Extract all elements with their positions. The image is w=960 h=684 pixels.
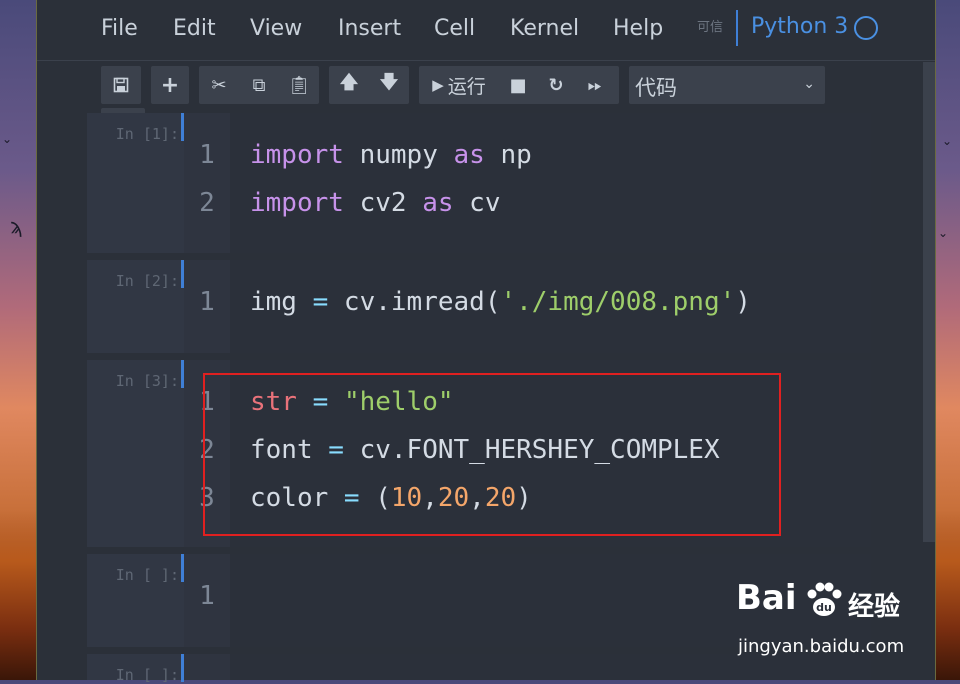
menu-view[interactable]: View	[250, 16, 302, 41]
menu-insert[interactable]: Insert	[338, 16, 401, 41]
arrow-down-icon: 🡇	[379, 72, 399, 93]
clipboard-group: ✂ ⧉ 📋︎	[199, 66, 319, 104]
cut-button[interactable]: ✂	[199, 66, 239, 104]
kernel-separator	[736, 10, 738, 46]
prompt-label: In [ ]:	[115, 666, 179, 684]
trusted-indicator[interactable]: 可信	[697, 16, 723, 35]
interrupt-button[interactable]: ■	[499, 66, 537, 104]
kernel-name[interactable]: Python 3	[751, 14, 848, 39]
cell-prompt: In [ ]:	[87, 666, 179, 684]
fast-forward-icon: ⏩︎	[587, 74, 603, 96]
line-number: 1	[199, 140, 215, 170]
cell-type-select[interactable]: 代码 ⌄	[629, 66, 825, 104]
code-cell[interactable]: In [1]: 1 import numpy as np 2 import cv2 a…	[87, 113, 871, 253]
code-text: img = cv.imread('./img/008.png')	[250, 278, 751, 326]
bird-icon: ⌄	[938, 226, 949, 240]
code-token: img	[250, 287, 313, 317]
menu-file[interactable]: File	[101, 16, 138, 41]
code-token: as	[453, 140, 485, 170]
kernel-status-icon	[854, 16, 878, 40]
run-group: ▶ 运行 ■ ↻ ⏩︎	[419, 66, 619, 104]
cell-type-value: 代码	[635, 76, 677, 100]
menu-kernel[interactable]: Kernel	[510, 16, 579, 41]
desktop-left-strip: ⌄ ϡ	[0, 0, 36, 680]
prompt-label: In [2]:	[115, 272, 179, 290]
prompt-label: In [ ]:	[115, 566, 179, 584]
paste-icon: 📋︎	[287, 74, 311, 96]
run-label: 运行	[447, 75, 486, 98]
save-group	[101, 66, 141, 104]
cell-editor[interactable]: 1 img = cv.imread('./img/008.png')	[184, 260, 871, 353]
scrollbar[interactable]	[923, 62, 935, 542]
code-token: cv	[453, 188, 501, 218]
code-line[interactable]: 2 import cv2 as cv	[184, 179, 864, 227]
line-number: 1	[199, 581, 215, 611]
code-token: './img/008.png'	[500, 287, 736, 317]
arrow-up-icon: 🡅	[339, 72, 359, 93]
copy-icon: ⧉	[252, 74, 266, 96]
line-gutter	[184, 654, 230, 680]
insert-cell-button[interactable]: +	[151, 66, 189, 104]
restart-run-all-button[interactable]: ⏩︎	[575, 66, 615, 104]
menu-cell[interactable]: Cell	[434, 16, 475, 41]
svg-text:du: du	[816, 601, 832, 614]
code-token: cv2	[343, 188, 423, 218]
toolbar: + ✂ ⧉ 📋︎ 🡅 🡇 ▶ 运行 ■ ↻ ⏩︎ 代码 ⌄	[37, 60, 935, 110]
insert-group: +	[151, 66, 189, 104]
save-icon	[113, 77, 129, 93]
move-up-button[interactable]: 🡅	[329, 66, 369, 104]
desktop-tree	[934, 510, 960, 680]
code-line[interactable]: 1 img = cv.imread('./img/008.png')	[184, 278, 864, 326]
code-cell[interactable]: In [2]: 1 img = cv.imread('./img/008.png'…	[87, 260, 871, 353]
code-token: =	[312, 287, 329, 317]
watermark-logo-suffix: 经验	[848, 592, 901, 622]
code-token: numpy	[343, 140, 454, 170]
paw-icon: du	[807, 582, 842, 616]
code-token: cv.imread(	[328, 287, 501, 317]
move-down-button[interactable]: 🡇	[369, 66, 409, 104]
watermark-logo: Bai	[736, 578, 797, 618]
baidu-jingyan-watermark: Bai du 经验 jingyan.baidu.com	[736, 578, 936, 658]
copy-button[interactable]: ⧉	[239, 66, 279, 104]
code-token: import	[250, 140, 344, 170]
bird-icon: ϡ	[10, 214, 23, 238]
menu-edit[interactable]: Edit	[173, 16, 216, 41]
stop-icon: ■	[509, 74, 527, 96]
prompt-label: In [3]:	[115, 372, 179, 390]
code-line[interactable]: 1 import numpy as np	[184, 131, 864, 179]
cell-prompt: In [2]:	[87, 272, 179, 290]
cell-prompt: In [3]:	[87, 372, 179, 390]
annotation-highlight-box	[203, 373, 781, 536]
menu-bar: File Edit View Insert Cell Kernel Help 可…	[37, 0, 935, 61]
bird-icon: ⌄	[2, 132, 13, 146]
bird-icon: ⌄	[942, 134, 953, 148]
chevron-down-icon: ⌄	[803, 76, 815, 92]
restart-button[interactable]: ↻	[537, 66, 575, 104]
desktop-right-strip: ⌄ ⌄	[934, 0, 960, 680]
restart-icon: ↻	[548, 74, 564, 96]
scissors-icon: ✂	[211, 74, 227, 96]
save-button[interactable]	[101, 66, 141, 104]
line-number: 1	[199, 287, 215, 317]
paste-button[interactable]: 📋︎	[279, 66, 319, 104]
cell-editor[interactable]: 1 import numpy as np 2 import cv2 as cv	[184, 113, 871, 253]
desktop-tree	[0, 510, 36, 680]
run-button[interactable]: ▶ 运行	[419, 66, 499, 104]
move-group: 🡅 🡇	[329, 66, 409, 104]
menu-help[interactable]: Help	[613, 16, 663, 41]
play-icon: ▶	[432, 76, 444, 94]
cell-prompt: In [1]:	[87, 125, 179, 143]
code-text: import cv2 as cv	[250, 179, 500, 227]
watermark-url: jingyan.baidu.com	[738, 636, 905, 657]
code-token: np	[484, 140, 532, 170]
code-text: import numpy as np	[250, 131, 532, 179]
cell-prompt: In [ ]:	[87, 566, 179, 584]
code-token: )	[735, 287, 751, 317]
code-token: as	[422, 188, 454, 218]
plus-icon: +	[160, 72, 180, 98]
prompt-label: In [1]:	[115, 125, 179, 143]
code-token: import	[250, 188, 344, 218]
line-number: 2	[199, 188, 215, 218]
